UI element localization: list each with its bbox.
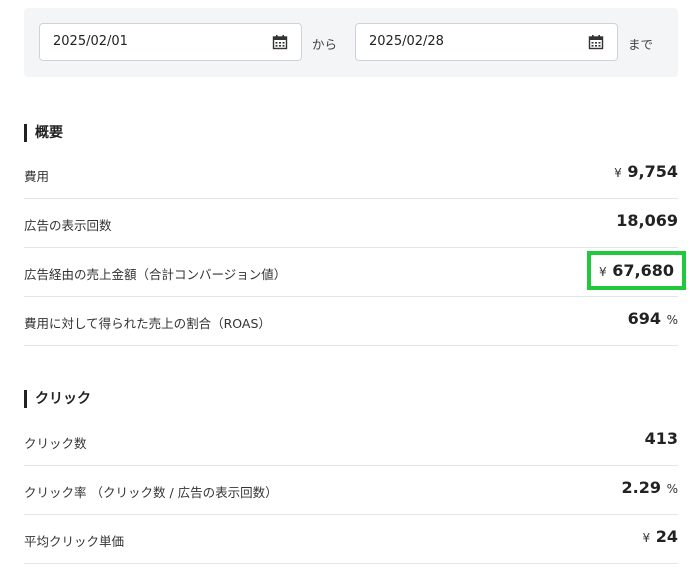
metric-label: 費用に対して得られた売上の割合（ROAS） [24, 316, 271, 331]
metric-label: クリック数 [24, 436, 87, 451]
metric-row-roas: 費用に対して得られた売上の割合（ROAS） 694 % [24, 297, 678, 346]
metric-value: 694 % [628, 309, 678, 328]
currency-symbol: ¥ [599, 265, 607, 279]
metric-row-conversion-value: 広告経由の売上金額（合計コンバージョン値） ¥ 67,680 [24, 248, 686, 297]
calendar-icon[interactable] [588, 34, 604, 50]
metric-label: クリック率 （クリック数 / 広告の表示回数） [24, 485, 278, 500]
metric-value: ¥ 24 [643, 527, 678, 546]
end-date-value: 2025/02/28 [369, 34, 444, 49]
metric-number: 18,069 [616, 211, 678, 230]
metric-value: 413 [645, 429, 678, 448]
metric-number: 67,680 [612, 261, 674, 280]
metric-value: 2.29 % [622, 478, 678, 497]
metric-number: 694 [627, 309, 662, 328]
metric-number: 2.29 [621, 478, 662, 497]
metric-label: 平均クリック単価 [24, 534, 125, 549]
metric-label: 広告の表示回数 [24, 218, 112, 233]
date-range-panel: 2025/02/01 から 2025/02/28 まで [24, 8, 678, 77]
metric-label: 広告経由の売上金額（合計コンバージョン値） [24, 267, 287, 282]
metric-number: 9,754 [627, 162, 678, 181]
unit-label: % [666, 313, 678, 327]
calendar-icon[interactable] [272, 34, 288, 50]
metric-value: ¥ 9,754 [614, 162, 678, 181]
end-date-input[interactable]: 2025/02/28 [355, 23, 618, 61]
currency-symbol: ¥ [642, 531, 651, 545]
metric-row-ctr: クリック率 （クリック数 / 広告の表示回数） 2.29 % [24, 466, 678, 515]
currency-symbol: ¥ [614, 166, 622, 180]
metric-value: 18,069 [616, 211, 678, 230]
metric-label: 費用 [24, 169, 50, 184]
clicks-section-title: クリック [24, 390, 91, 408]
highlighted-metric-value: ¥ 67,680 [587, 251, 686, 290]
metric-number: 24 [655, 527, 678, 546]
range-from-word: から [312, 37, 338, 52]
unit-label: % [666, 482, 678, 496]
metric-row-impressions: 広告の表示回数 18,069 [24, 199, 678, 248]
range-to-word: まで [628, 37, 654, 52]
metric-row-avg-cpc: 平均クリック単価 ¥ 24 [24, 515, 678, 564]
metric-number: 413 [644, 429, 678, 448]
start-date-input[interactable]: 2025/02/01 [39, 23, 302, 61]
start-date-value: 2025/02/01 [53, 34, 128, 49]
metric-row-cost: 費用 ¥ 9,754 [24, 150, 678, 199]
summary-section-title: 概要 [24, 124, 63, 142]
metric-row-clicks: クリック数 413 [24, 417, 678, 466]
